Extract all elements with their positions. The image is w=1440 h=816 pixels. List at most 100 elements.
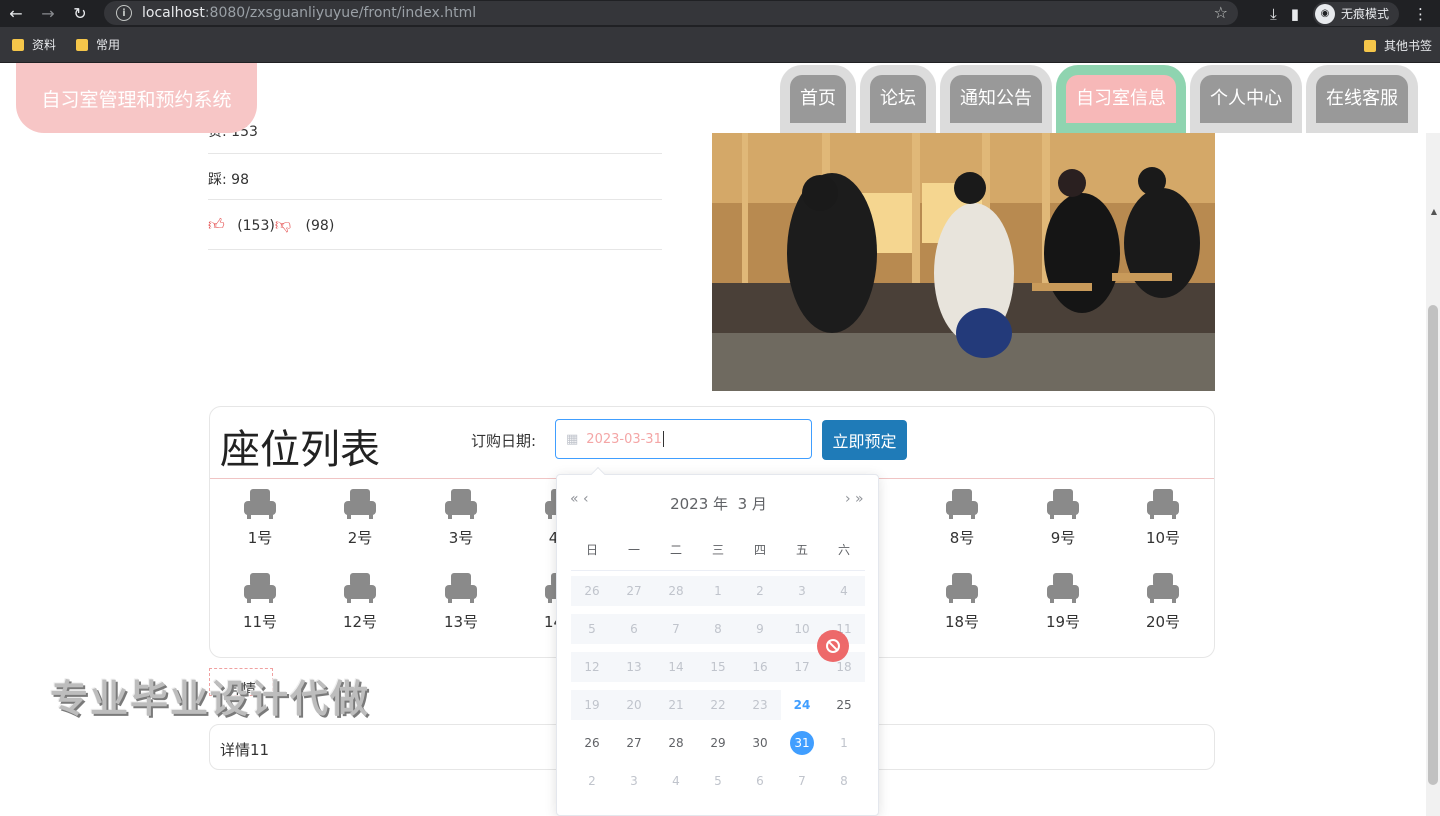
folder-icon — [1363, 39, 1376, 52]
day-cell: 26 — [571, 576, 613, 606]
seat-item[interactable]: 13号 — [421, 573, 501, 632]
seat-item[interactable]: 9号 — [1023, 489, 1103, 548]
seat-item[interactable]: 10号 — [1123, 489, 1203, 548]
nav-tab[interactable]: 论坛 — [860, 65, 936, 133]
seat-item[interactable]: 3号 — [421, 489, 501, 548]
nav-tab[interactable]: 自习室信息 — [1056, 65, 1186, 133]
other-bookmarks[interactable]: 其他书签 — [1363, 37, 1432, 54]
seat-item[interactable]: 12号 — [320, 573, 400, 632]
seat-icon — [244, 489, 276, 519]
next-year-icon[interactable]: » — [855, 491, 864, 507]
weekday-label: 四 — [753, 543, 766, 557]
nav-tab[interactable]: 首页 — [780, 65, 856, 133]
seat-item[interactable]: 20号 — [1123, 573, 1203, 632]
day-cell: 4 — [823, 576, 865, 606]
day-cell[interactable]: 6 — [739, 766, 781, 796]
day-cell[interactable]: 25 — [823, 690, 865, 720]
picker-year[interactable]: 2023 年 — [670, 495, 728, 513]
day-number: 26 — [584, 736, 600, 750]
day-cell[interactable]: 27 — [613, 728, 655, 758]
weekday-label: 五 — [795, 543, 808, 557]
seat-item[interactable]: 19号 — [1023, 573, 1103, 632]
menu-icon[interactable]: ⋮ — [1413, 5, 1428, 23]
day-cell: 6 — [613, 614, 655, 644]
scroll-up-icon[interactable]: ▲ — [1431, 207, 1437, 216]
day-number: 5 — [714, 774, 722, 788]
nav-tab-label: 个人中心 — [1200, 75, 1292, 123]
day-number: 1 — [714, 584, 722, 598]
download-icon[interactable]: ⤓ — [1270, 5, 1277, 23]
browser-toolbar: ← → ↻ i localhost:8080/zxsguanliyuyue/fr… — [0, 0, 1440, 27]
incognito-label: 无痕模式 — [1340, 7, 1389, 21]
seat-icon — [1147, 573, 1179, 603]
bookmark-star-icon[interactable]: ☆ — [1214, 3, 1228, 22]
page-scrollbar[interactable]: ▲ — [1426, 133, 1440, 816]
nav-tab-label: 首页 — [790, 75, 846, 123]
day-number: 24 — [793, 698, 811, 712]
day-number: 3 — [630, 774, 638, 788]
thumbs-up-icon[interactable]: 👍︎ — [208, 215, 225, 234]
book-now-button[interactable]: 立即预定 — [822, 420, 907, 460]
scroll-thumb[interactable] — [1428, 305, 1438, 785]
picker-title: 2023 年 3 月 — [557, 493, 880, 514]
address-bar[interactable]: i localhost:8080/zxsguanliyuyue/front/in… — [104, 1, 1238, 25]
order-date-input[interactable]: ▦ 2023-03-31 — [555, 419, 812, 459]
site-info-icon[interactable]: i — [116, 5, 132, 21]
day-number: 30 — [752, 736, 768, 750]
day-number: 23 — [752, 698, 768, 712]
incognito-badge[interactable]: ◉ 无痕模式 — [1312, 1, 1399, 26]
thumbs-down-icon[interactable]: 👎︎ — [275, 215, 291, 234]
day-cell[interactable]: 24 — [781, 690, 823, 720]
bookmark-folder[interactable]: 资料 — [12, 36, 56, 53]
seat-item[interactable]: 8号 — [922, 489, 1002, 548]
url-host: localhost — [142, 5, 205, 21]
day-cell: 1 — [697, 576, 739, 606]
sidepanel-icon[interactable]: ▮ — [1291, 5, 1299, 23]
day-cell: 14 — [655, 652, 697, 682]
seat-label: 2号 — [347, 529, 373, 547]
seat-label: 10号 — [1145, 529, 1181, 547]
day-cell[interactable]: 26 — [571, 728, 613, 758]
day-cell[interactable]: 30 — [739, 728, 781, 758]
seat-item[interactable]: 1号 — [220, 489, 300, 548]
bookmark-folder[interactable]: 常用 — [76, 36, 120, 53]
nav-tab[interactable]: 通知公告 — [940, 65, 1052, 133]
reload-icon[interactable]: ↻ — [64, 0, 96, 27]
nav-tab[interactable]: 在线客服 — [1306, 65, 1418, 133]
day-cell[interactable]: 28 — [655, 728, 697, 758]
day-cell[interactable]: 2 — [571, 766, 613, 796]
seat-label: 1号 — [247, 529, 273, 547]
day-cell[interactable]: 1 — [823, 728, 865, 758]
zan-row: 赞: 153 — [208, 125, 662, 154]
next-month-icon[interactable]: › — [845, 491, 851, 507]
day-cell[interactable]: 29 — [697, 728, 739, 758]
day-cell[interactable]: 4 — [655, 766, 697, 796]
back-icon[interactable]: ← — [0, 0, 32, 27]
day-cell[interactable]: 7 — [781, 766, 823, 796]
day-cell[interactable]: 8 — [823, 766, 865, 796]
picker-month[interactable]: 3 月 — [738, 495, 767, 513]
day-number: 29 — [710, 736, 726, 750]
day-number: 27 — [626, 584, 642, 598]
seat-icon — [946, 573, 978, 603]
day-number: 19 — [584, 698, 600, 712]
seat-item[interactable]: 2号 — [320, 489, 400, 548]
page: 赞: 153 踩: 98 👍︎ (153)👎︎ (98) — [0, 63, 1440, 816]
forward-icon[interactable]: → — [32, 0, 64, 27]
nav-tab[interactable]: 个人中心 — [1190, 65, 1302, 133]
seat-item[interactable]: 18号 — [922, 573, 1002, 632]
site-logo[interactable]: 自习室管理和预约系统 — [16, 63, 257, 133]
day-cell[interactable]: 3 — [613, 766, 655, 796]
day-cell: 5 — [571, 614, 613, 644]
watermark-text: 专业毕业设计代做 — [50, 677, 371, 721]
incognito-icon: ◉ — [1314, 3, 1335, 24]
day-number: 8 — [840, 774, 848, 788]
weekday-label: 二 — [669, 543, 682, 557]
seat-list-header: 座位列表 订购日期: ▦ 2023-03-31 立即预定 — [210, 407, 1214, 479]
seat-item[interactable]: 11号 — [220, 573, 300, 632]
seat-icon — [344, 573, 376, 603]
weekday-label: 一 — [627, 543, 640, 557]
day-cell[interactable]: 31 — [781, 728, 823, 758]
weekday-label: 三 — [711, 543, 724, 557]
day-cell[interactable]: 5 — [697, 766, 739, 796]
